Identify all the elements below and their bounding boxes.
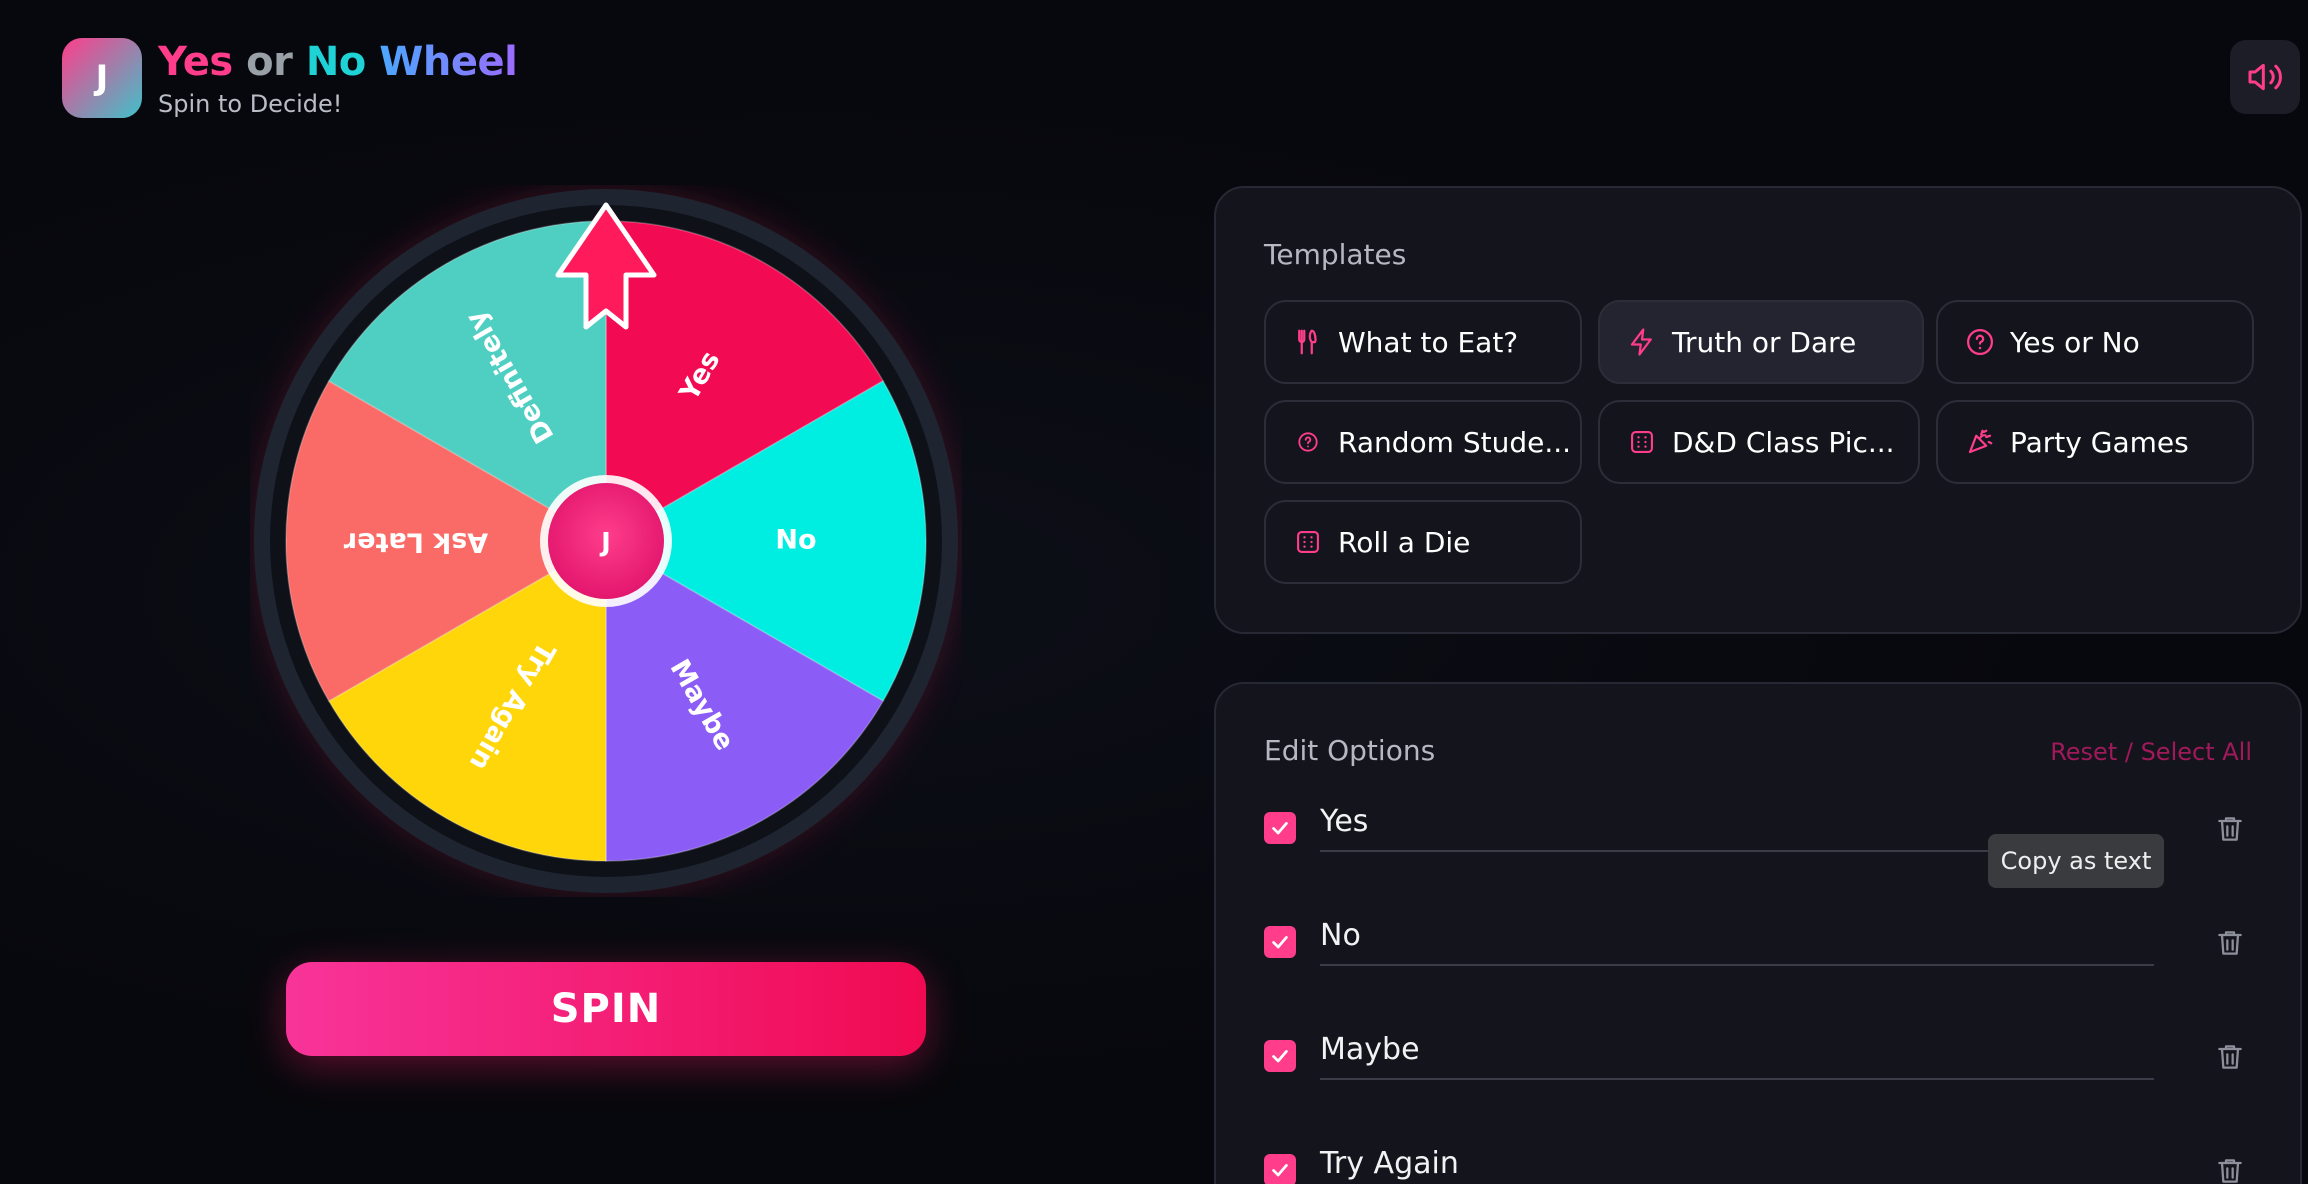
template-label: What to Eat? <box>1338 325 1519 359</box>
app-header: J Yes or No Wheel Spin to Decide! <box>62 38 518 118</box>
template-random-student[interactable]: Random Stude... <box>1264 400 1582 484</box>
template-truth-or-dare[interactable]: Truth or Dare <box>1598 300 1924 384</box>
delete-option-button[interactable] <box>2214 926 2246 960</box>
template-what-to-eat[interactable]: What to Eat? <box>1264 300 1582 384</box>
decision-wheel[interactable]: Yes No Maybe Try Again Ask Later Definitely J <box>250 185 962 897</box>
delete-option-button[interactable] <box>2214 1040 2246 1074</box>
question-circle-small-icon <box>1292 426 1324 458</box>
template-party-games[interactable]: Party Games <box>1936 400 2254 484</box>
wheel-segment-label: No <box>775 525 816 556</box>
title-or: or <box>246 39 293 85</box>
title-block: Yes or No Wheel Spin to Decide! <box>158 38 518 118</box>
logo-letter: J <box>95 58 109 98</box>
option-checkbox[interactable] <box>1264 812 1296 844</box>
delete-option-button[interactable] <box>2214 812 2246 846</box>
option-row: Try Again <box>1264 1136 2264 1184</box>
template-label: Party Games <box>2010 425 2189 459</box>
template-label: Yes or No <box>2010 325 2140 359</box>
wheel-hub-label: J <box>599 528 611 558</box>
trash-icon <box>2218 1159 2242 1183</box>
dice-icon <box>1626 426 1658 458</box>
options-heading: Edit Options <box>1264 734 1436 767</box>
option-text-input[interactable]: Try Again <box>1320 1142 2154 1184</box>
speaker-volume-icon <box>2248 63 2282 91</box>
trash-icon <box>2218 931 2242 955</box>
question-circle-icon <box>1964 326 1996 358</box>
checkmark-icon <box>1272 822 1288 835</box>
template-label: Truth or Dare <box>1672 325 1857 359</box>
option-row: Maybe <box>1264 1022 2264 1092</box>
template-yes-or-no[interactable]: Yes or No <box>1936 300 2254 384</box>
template-label: Roll a Die <box>1338 525 1471 559</box>
templates-panel: Templates What to Eat? Truth or Dare Yes… <box>1214 186 2302 634</box>
edit-options-panel: Edit Options Reset / Select All Yes No M… <box>1214 682 2302 1184</box>
trash-icon <box>2218 1045 2242 1069</box>
spin-button[interactable]: SPIN <box>286 962 926 1056</box>
delete-option-button[interactable] <box>2214 1154 2246 1184</box>
party-popper-icon <box>1964 426 1996 458</box>
option-checkbox[interactable] <box>1264 1040 1296 1072</box>
wheel-svg: YesNoMaybeTry AgainAsk LaterDefinitely J <box>254 189 958 893</box>
checkmark-icon <box>1272 1050 1288 1063</box>
option-text-input[interactable]: Maybe <box>1320 1028 2154 1080</box>
wheel-segment-label: Ask Later <box>343 527 488 558</box>
title-yes: Yes <box>158 39 233 85</box>
app-subtitle: Spin to Decide! <box>158 90 343 118</box>
app-logo: J <box>62 38 142 118</box>
template-dnd-class-picker[interactable]: D&D Class Pic... <box>1598 400 1920 484</box>
template-label: Random Stude... <box>1338 425 1572 459</box>
option-checkbox[interactable] <box>1264 926 1296 958</box>
option-row: No <box>1264 908 2264 978</box>
lightning-icon <box>1626 326 1658 358</box>
checkmark-icon <box>1272 1164 1288 1177</box>
dice-icon <box>1292 526 1324 558</box>
option-text-input[interactable]: No <box>1320 914 2154 966</box>
reset-select-all-link[interactable]: Reset / Select All <box>2050 738 2252 766</box>
title-wheel: Wheel <box>379 39 518 85</box>
template-label: D&D Class Pic... <box>1672 425 1895 459</box>
templates-heading: Templates <box>1264 238 1407 271</box>
sound-toggle-button[interactable] <box>2230 40 2300 114</box>
option-checkbox[interactable] <box>1264 1154 1296 1184</box>
checkmark-icon <box>1272 936 1288 949</box>
copy-as-text-tooltip: Copy as text <box>1988 834 2164 888</box>
title-no: No <box>305 39 366 85</box>
utensils-icon <box>1292 326 1324 358</box>
app-title: Yes or No Wheel <box>158 38 518 86</box>
template-roll-a-die[interactable]: Roll a Die <box>1264 500 1582 584</box>
trash-icon <box>2218 817 2242 841</box>
